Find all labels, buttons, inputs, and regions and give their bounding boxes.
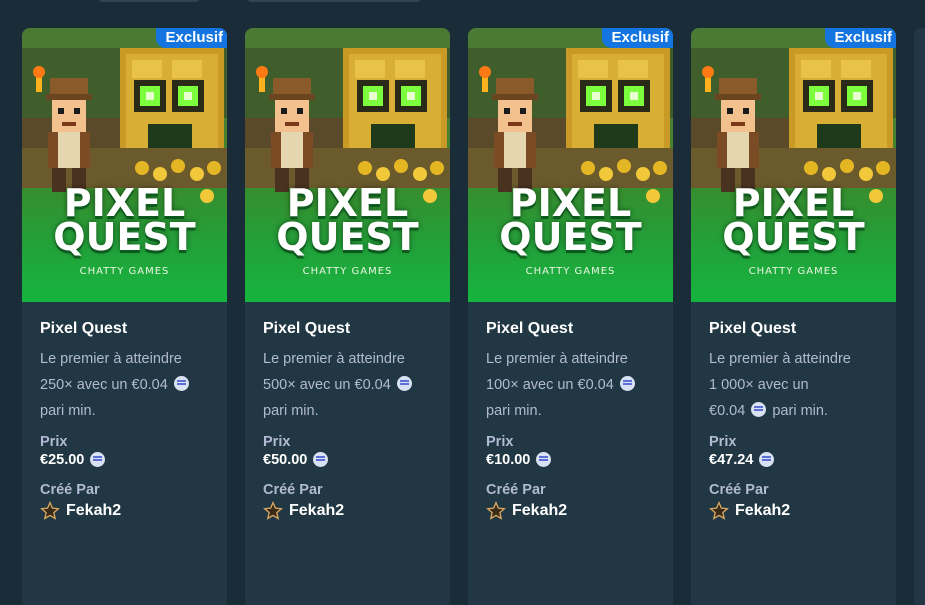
- coin-icon: [751, 402, 767, 417]
- card-body: Pixel Quest Le premier à atteindre 250× …: [22, 302, 227, 521]
- card-body: Pixel Quest Le premier à atteindre 100× …: [468, 302, 673, 521]
- game-art-studio: CHATTY GAMES: [525, 266, 616, 277]
- game-art-studio: CHATTY GAMES: [748, 266, 839, 277]
- price-value: €50.00: [263, 452, 432, 468]
- game-name[interactable]: Pixel Quest: [709, 320, 878, 338]
- creator-name[interactable]: Fekah2: [263, 501, 432, 521]
- price-label: Prix: [709, 434, 737, 450]
- exclusive-badge: Exclusif: [156, 28, 227, 48]
- coin-icon: [313, 452, 329, 467]
- desc-line: 100× avec un €0.04: [486, 377, 614, 393]
- creator-name[interactable]: Fekah2: [40, 501, 209, 521]
- card-body: Pixel Quest Le premier à atteindre 500× …: [245, 302, 450, 521]
- game-name[interactable]: Pixel Quest: [40, 320, 209, 338]
- challenge-card-partial[interactable]: [914, 28, 925, 605]
- game-art-title: PIXEL QUEST: [499, 181, 642, 259]
- challenge-card[interactable]: PIXEL QUEST CHATTY GAMES Exclusif Pixel …: [691, 28, 896, 605]
- game-name[interactable]: Pixel Quest: [263, 320, 432, 338]
- price-label: Prix: [263, 434, 291, 450]
- exclusive-badge: Exclusif: [825, 28, 896, 48]
- price-value: €10.00: [486, 452, 655, 468]
- coin-icon: [619, 376, 635, 391]
- game-art: [245, 28, 450, 203]
- desc-line: Le premier à atteindre: [486, 351, 628, 367]
- creator-label: Créé Par: [486, 482, 546, 498]
- creator-name[interactable]: Fekah2: [709, 501, 878, 521]
- top-tab[interactable]: [246, 0, 422, 2]
- desc-line: 1 000× avec un: [709, 377, 809, 393]
- challenge-card[interactable]: PIXEL QUEST CHATTY GAMES Exclusif Pixel …: [22, 28, 227, 605]
- challenge-description: Le premier à atteindre 500× avec un €0.0…: [263, 346, 432, 424]
- coin-icon: [90, 452, 106, 467]
- card-body: Pixel Quest Le premier à atteindre 1 000…: [691, 302, 896, 521]
- challenge-description: Le premier à atteindre 1 000× avec un €0…: [709, 346, 878, 424]
- star-icon: [709, 501, 729, 520]
- desc-line: pari min.: [772, 403, 828, 419]
- challenge-description: Le premier à atteindre 100× avec un €0.0…: [486, 346, 655, 424]
- desc-line: 250× avec un €0.04: [40, 377, 168, 393]
- challenge-card[interactable]: PIXEL QUEST CHATTY GAMES Pixel Quest Le …: [245, 28, 450, 605]
- game-art-title: PIXEL QUEST: [53, 181, 196, 259]
- challenge-cards: PIXEL QUEST CHATTY GAMES Exclusif Pixel …: [22, 28, 925, 605]
- challenge-description: Le premier à atteindre 250× avec un €0.0…: [40, 346, 209, 424]
- game-art-studio: CHATTY GAMES: [79, 266, 170, 277]
- top-tab[interactable]: [97, 0, 201, 2]
- creator-label: Créé Par: [40, 482, 100, 498]
- game-art-studio: CHATTY GAMES: [302, 266, 393, 277]
- game-thumbnail[interactable]: PIXEL QUEST CHATTY GAMES: [245, 28, 450, 302]
- price-label: Prix: [40, 434, 68, 450]
- desc-line: 500× avec un €0.04: [263, 377, 391, 393]
- coin-icon: [173, 376, 189, 391]
- game-thumbnail[interactable]: PIXEL QUEST CHATTY GAMES Exclusif: [691, 28, 896, 302]
- desc-line: pari min.: [486, 403, 542, 419]
- desc-line: Le premier à atteindre: [263, 351, 405, 367]
- desc-line: pari min.: [40, 403, 96, 419]
- game-art: [22, 28, 227, 203]
- star-icon: [263, 501, 283, 520]
- game-thumbnail[interactable]: PIXEL QUEST CHATTY GAMES Exclusif: [468, 28, 673, 302]
- game-art-title: PIXEL QUEST: [722, 181, 865, 259]
- creator-label: Créé Par: [709, 482, 769, 498]
- game-thumbnail[interactable]: PIXEL QUEST CHATTY GAMES Exclusif: [22, 28, 227, 302]
- star-icon: [486, 501, 506, 520]
- coin-icon: [759, 452, 775, 467]
- coin-icon: [536, 452, 552, 467]
- desc-line: pari min.: [263, 403, 319, 419]
- game-art: [691, 28, 896, 203]
- exclusive-badge: Exclusif: [602, 28, 673, 48]
- desc-line: Le premier à atteindre: [709, 351, 851, 367]
- price-label: Prix: [486, 434, 514, 450]
- creator-name[interactable]: Fekah2: [486, 501, 655, 521]
- price-value: €25.00: [40, 452, 209, 468]
- coin-icon: [396, 376, 412, 391]
- game-art-title: PIXEL QUEST: [276, 181, 419, 259]
- game-art: [468, 28, 673, 203]
- desc-line: €0.04: [709, 403, 746, 419]
- challenge-card[interactable]: PIXEL QUEST CHATTY GAMES Exclusif Pixel …: [468, 28, 673, 605]
- game-name[interactable]: Pixel Quest: [486, 320, 655, 338]
- creator-label: Créé Par: [263, 482, 323, 498]
- price-value: €47.24: [709, 452, 878, 468]
- desc-line: Le premier à atteindre: [40, 351, 182, 367]
- star-icon: [40, 501, 60, 520]
